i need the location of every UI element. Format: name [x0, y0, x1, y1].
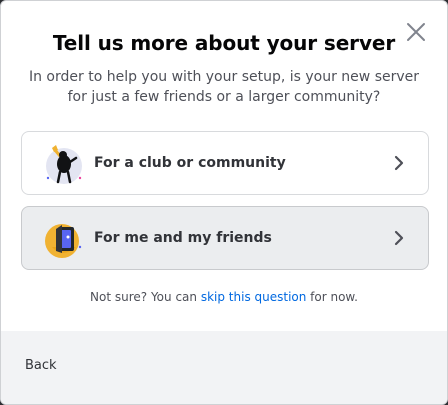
chevron-right-icon	[388, 152, 410, 174]
friends-illustration-icon	[42, 217, 86, 261]
option-label: For a club or community	[94, 155, 286, 171]
server-purpose-modal: Tell us more about your server In order …	[0, 0, 448, 405]
option-label: For me and my friends	[94, 230, 272, 246]
option-me-and-my-friends[interactable]: For me and my friends	[21, 206, 429, 270]
club-illustration-icon	[42, 142, 86, 186]
modal-title: Tell us more about your server	[52, 31, 396, 55]
skip-note: Not sure? You can skip this question for…	[1, 290, 447, 304]
skip-question-link[interactable]: skip this question	[201, 290, 307, 304]
modal-subtitle: In order to help you with your setup, is…	[28, 69, 420, 105]
back-button[interactable]: Back	[25, 358, 57, 373]
skip-note-prefix: Not sure? You can	[90, 290, 201, 304]
modal-footer: Back	[1, 331, 447, 404]
option-club-or-community[interactable]: For a club or community	[21, 131, 429, 195]
chevron-right-icon	[388, 227, 410, 249]
skip-note-suffix: for now.	[306, 290, 358, 304]
